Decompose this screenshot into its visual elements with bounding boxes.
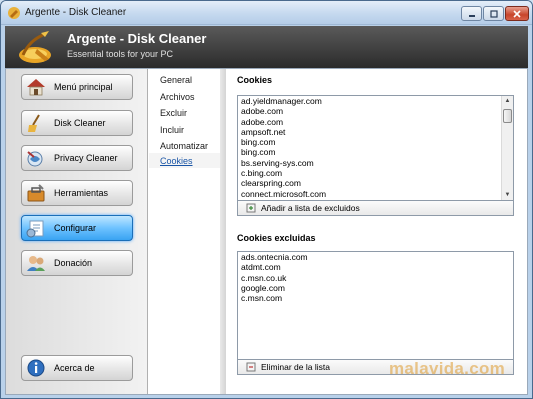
settings-subnav: General Archivos Excluir Incluir Automat…	[149, 69, 221, 394]
add-to-excluded-label: Añadir a lista de excluidos	[261, 203, 360, 213]
title-bar[interactable]: Argente - Disk Cleaner	[1, 1, 532, 25]
minimize-button[interactable]	[461, 6, 482, 21]
cookies-items: ad.yieldmanager.com adobe.com adobe.com …	[238, 96, 513, 199]
sidebar-item-configurar[interactable]: Configurar	[21, 215, 133, 241]
close-icon	[513, 9, 521, 18]
sidebar-item-disk-cleaner[interactable]: Disk Cleaner	[21, 110, 133, 136]
broom-icon	[28, 114, 40, 132]
subnav-general[interactable]: General	[160, 75, 192, 85]
remove-from-list-label: Eliminar de la lista	[261, 362, 330, 372]
cookies-action-bar: Añadir a lista de excluidos	[237, 201, 514, 216]
add-to-excluded-button[interactable]: Añadir a lista de excluidos	[246, 203, 360, 213]
scroll-thumb[interactable]	[503, 109, 512, 123]
privacy-icon	[27, 151, 43, 167]
sidebar-item-herramientas[interactable]: Herramientas	[21, 180, 133, 206]
sidebar-item-label: Privacy Cleaner	[54, 153, 118, 163]
window-title: Argente - Disk Cleaner	[25, 7, 127, 18]
list-item[interactable]: adobe.com	[238, 106, 513, 116]
app-icon	[8, 7, 20, 19]
settings-icon	[26, 220, 44, 238]
minimize-icon	[468, 14, 475, 17]
sidebar: Menú principal Disk Cleaner Privacy Clea…	[6, 69, 148, 394]
about-label: Acerca de	[54, 363, 95, 373]
subnav-archivos[interactable]: Archivos	[160, 92, 195, 102]
subnav-selection: Cookies	[149, 153, 221, 168]
list-item[interactable]: ad.yieldmanager.com	[238, 96, 513, 106]
app-title: Argente - Disk Cleaner	[67, 31, 207, 46]
sidebar-item-donacion[interactable]: Donación	[21, 250, 133, 276]
subnav-cookies[interactable]: Cookies	[160, 156, 193, 166]
list-item[interactable]: ampsoft.net	[238, 127, 513, 137]
excluded-title: Cookies excluidas	[237, 233, 316, 243]
sidebar-item-label: Configurar	[54, 223, 97, 233]
maximize-button[interactable]	[483, 6, 504, 21]
sidebar-item-label: Herramientas	[54, 188, 109, 198]
cookies-scrollbar[interactable]: ▲ ▼	[501, 96, 513, 200]
list-item[interactable]: clearspring.com	[238, 178, 513, 188]
users-icon	[27, 256, 45, 271]
list-item[interactable]: bs.serving-sys.com	[238, 158, 513, 168]
subnav-automatizar[interactable]: Automatizar	[160, 141, 208, 151]
list-item[interactable]: bing.com	[238, 147, 513, 157]
scroll-down-icon[interactable]: ▼	[502, 190, 513, 200]
cookies-title: Cookies	[237, 75, 273, 85]
watermark: malavida.com	[389, 359, 506, 378]
scroll-up-icon[interactable]: ▲	[502, 96, 513, 106]
list-item[interactable]: c.bing.com	[238, 168, 513, 178]
close-button[interactable]	[505, 6, 529, 21]
maximize-icon	[489, 9, 498, 18]
app-window: Argente - Disk Cleaner Argente - Disk Cl…	[0, 0, 533, 399]
list-item[interactable]: google.com	[238, 283, 513, 293]
list-item[interactable]: c.msn.co.uk	[238, 273, 513, 283]
list-item[interactable]: adobe.com	[238, 117, 513, 127]
list-item[interactable]: ads.ontecnia.com	[238, 252, 513, 262]
sidebar-item-label: Donación	[54, 258, 93, 268]
list-item[interactable]: c.msn.com	[238, 293, 513, 303]
sidebar-item-privacy-cleaner[interactable]: Privacy Cleaner	[21, 145, 133, 171]
app-header: Argente - Disk Cleaner Essential tools f…	[5, 26, 528, 68]
house-icon	[27, 79, 45, 96]
sidebar-item-menu-principal[interactable]: Menú principal	[21, 74, 133, 100]
sidebar-item-label: Disk Cleaner	[54, 118, 106, 128]
app-subtitle: Essential tools for your PC	[67, 49, 174, 59]
remove-icon	[246, 362, 256, 372]
list-item[interactable]: bing.com	[238, 137, 513, 147]
subnav-excluir[interactable]: Excluir	[160, 108, 187, 118]
remove-from-list-button[interactable]: Eliminar de la lista	[246, 362, 330, 372]
subnav-incluir[interactable]: Incluir	[160, 125, 184, 135]
sidebar-item-label: Menú principal	[54, 82, 113, 92]
list-item[interactable]: atdmt.com	[238, 262, 513, 272]
excluded-list[interactable]: ads.ontecnia.com atdmt.com c.msn.co.uk g…	[237, 251, 514, 360]
cookies-list[interactable]: ad.yieldmanager.com adobe.com adobe.com …	[237, 95, 514, 201]
panel-divider	[220, 69, 226, 394]
about-button[interactable]: Acerca de	[21, 355, 133, 381]
toolbox-icon	[27, 184, 45, 202]
logo-icon	[19, 31, 51, 63]
content-area: Menú principal Disk Cleaner Privacy Clea…	[5, 68, 528, 395]
list-item[interactable]: connect.microsoft.com	[238, 189, 513, 199]
add-icon	[246, 203, 256, 213]
info-icon	[27, 359, 45, 377]
